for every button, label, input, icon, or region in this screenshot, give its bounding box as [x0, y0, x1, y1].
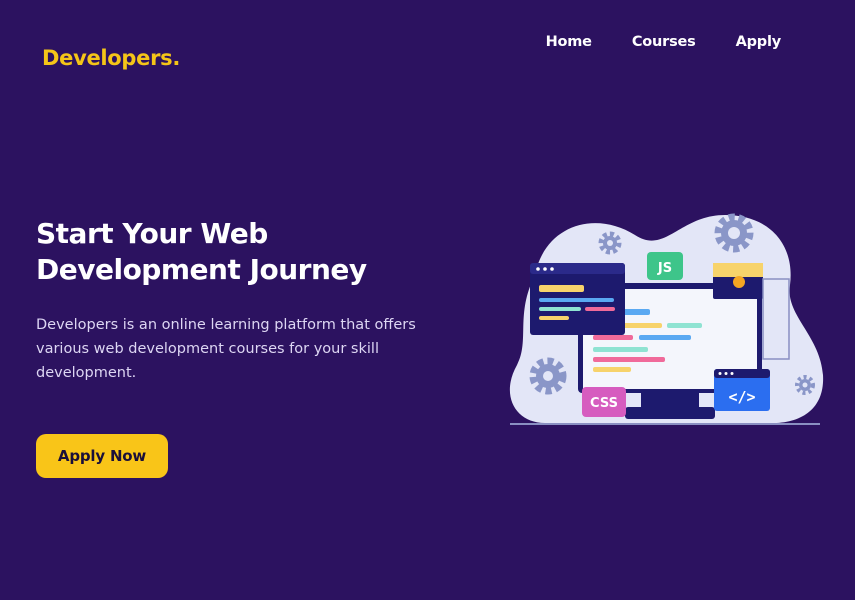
apply-now-button[interactable]: Apply Now [36, 434, 168, 478]
js-badge: JS [647, 252, 683, 280]
nav-link-home[interactable]: Home [546, 34, 592, 50]
web-development-illustration: JS CSS </> [509, 213, 824, 425]
code-window [530, 263, 625, 335]
nav-link-apply[interactable]: Apply [736, 34, 782, 50]
gear-icon [795, 375, 815, 395]
hero-description: Developers is an online learning platfor… [36, 317, 416, 381]
main-nav: Home Courses Apply [506, 34, 782, 50]
css-label: CSS [590, 396, 618, 411]
code-tag-badge: </> [714, 369, 770, 411]
css-badge: CSS [582, 387, 626, 417]
site-logo[interactable]: Developers. [42, 46, 180, 70]
hero-title: Start Your Web Development Journey [36, 217, 367, 286]
js-label: JS [657, 261, 672, 276]
code-tag-label: </> [728, 388, 755, 406]
nav-link-courses[interactable]: Courses [632, 34, 696, 50]
gear-icon [598, 231, 622, 255]
